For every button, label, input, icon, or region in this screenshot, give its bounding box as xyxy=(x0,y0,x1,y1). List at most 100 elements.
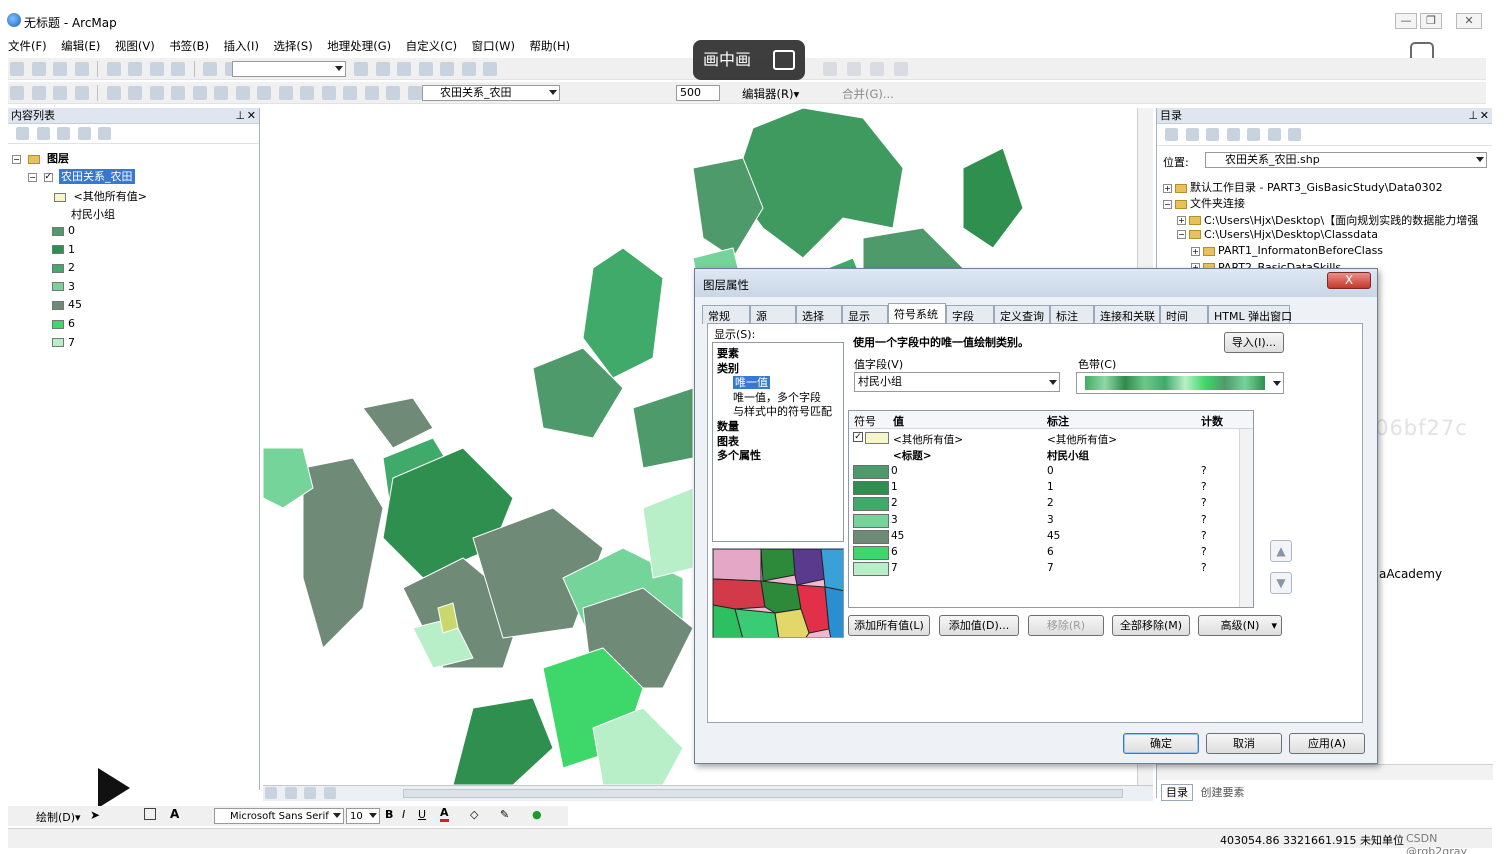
import-button[interactable]: 导入(I)... xyxy=(1224,332,1284,353)
cut-icon[interactable] xyxy=(106,62,121,76)
zoom-in-icon[interactable] xyxy=(10,86,24,100)
menu-file[interactable]: 文件(F) xyxy=(8,38,47,54)
symbol-swatch[interactable] xyxy=(853,529,889,544)
line-color-icon[interactable]: ✎ xyxy=(500,808,509,821)
catalog-tree-item[interactable]: − C:\Users\Hjx\Desktop\Classdata xyxy=(1177,228,1378,241)
table-row[interactable]: 1 1? xyxy=(851,480,1239,496)
table-of-contents-icon[interactable] xyxy=(375,62,390,76)
toc-class-item[interactable]: 3 xyxy=(52,280,75,293)
expand-icon[interactable]: + xyxy=(1163,183,1172,193)
back-arrow-icon[interactable] xyxy=(1165,128,1178,141)
full-extent-icon[interactable] xyxy=(74,86,89,100)
renderer-tree-item[interactable]: 要素 xyxy=(717,345,739,361)
cancel-button[interactable]: 取消 xyxy=(1206,733,1282,754)
tab-labels[interactable]: 标注 xyxy=(1050,305,1094,324)
collapse-icon[interactable]: − xyxy=(12,154,21,164)
other-values-checkbox[interactable]: ✓ xyxy=(853,432,863,442)
dialog-close-icon[interactable]: X xyxy=(1327,272,1371,289)
symbol-swatch[interactable] xyxy=(52,245,64,255)
python-icon[interactable] xyxy=(461,62,476,76)
menu-help[interactable]: 帮助(H) xyxy=(529,38,570,54)
renderer-tree-item[interactable]: 类别 xyxy=(717,360,739,376)
symbol-swatch[interactable] xyxy=(52,338,64,348)
renderer-tree-item[interactable]: 图表 xyxy=(717,433,739,449)
toc-layer-item[interactable]: − ✓ 农田关系_农田 xyxy=(28,168,135,184)
renderer-tree-item[interactable]: 唯一值，多个字段 xyxy=(733,389,821,405)
location-combo[interactable]: 农田关系_农田.shp xyxy=(1205,152,1487,168)
menu-bookmarks[interactable]: 书签(B) xyxy=(169,38,209,54)
list-by-source-icon[interactable] xyxy=(36,127,50,140)
toc-class-item[interactable]: 0 xyxy=(52,224,75,237)
fixed-zoom-in-icon[interactable] xyxy=(106,86,121,100)
collapse-icon[interactable]: − xyxy=(1163,199,1172,209)
underline-icon[interactable]: U xyxy=(418,808,426,821)
toc-class-item[interactable]: 1 xyxy=(52,243,75,256)
add-all-values-button[interactable]: 添加所有值(L) xyxy=(848,615,930,636)
color-ramp-select[interactable] xyxy=(1076,372,1284,394)
tab-fields[interactable]: 字段 xyxy=(946,305,994,324)
expand-icon[interactable]: + xyxy=(1177,216,1186,226)
tab-create-features[interactable]: 创建要素 xyxy=(1197,785,1249,800)
symbol-swatch[interactable] xyxy=(52,319,64,329)
symbol-swatch[interactable] xyxy=(52,300,64,310)
pip-expand-icon[interactable] xyxy=(773,50,795,70)
symbol-swatch[interactable] xyxy=(853,497,889,512)
table-row[interactable]: 45 45? xyxy=(851,529,1239,545)
close-icon[interactable]: ✕ xyxy=(1456,13,1482,29)
picture-in-picture-badge[interactable]: 画中画 xyxy=(693,40,805,80)
views-icon[interactable] xyxy=(1267,128,1281,141)
apply-button[interactable]: 应用(A) xyxy=(1289,733,1365,754)
adjust-icon[interactable] xyxy=(846,62,861,76)
measure-icon[interactable] xyxy=(321,86,336,100)
tab-html-popup[interactable]: HTML 弹出窗口 xyxy=(1208,305,1292,324)
pin-icon[interactable]: ⊥ xyxy=(1468,108,1478,123)
italic-icon[interactable]: I xyxy=(402,808,405,821)
table-row[interactable]: 2 2? xyxy=(851,496,1239,512)
table-row[interactable]: 6 6? xyxy=(851,545,1239,561)
table-row[interactable]: 0 0? xyxy=(851,464,1239,480)
data-view-icon[interactable] xyxy=(265,787,277,799)
tab-selection[interactable]: 选择 xyxy=(796,305,842,324)
menu-customize[interactable]: 自定义(C) xyxy=(406,38,458,54)
bold-icon[interactable]: B xyxy=(385,808,393,821)
select-elements-icon[interactable]: ➤ xyxy=(90,808,100,822)
symbol-swatch[interactable] xyxy=(52,226,64,236)
model-builder-icon[interactable] xyxy=(483,62,497,76)
font-color-icon[interactable]: A xyxy=(440,807,449,822)
zoom-out-icon[interactable] xyxy=(31,86,46,100)
options-icon[interactable] xyxy=(98,127,111,140)
link-icon[interactable] xyxy=(870,62,884,76)
renderer-tree-item[interactable]: 多个属性 xyxy=(717,447,761,463)
identify-icon[interactable] xyxy=(257,86,271,100)
marker-color-icon[interactable]: ● xyxy=(532,808,542,821)
expand-icon[interactable]: + xyxy=(1191,246,1200,256)
menu-edit[interactable]: 编辑(E) xyxy=(61,38,100,54)
print-icon[interactable] xyxy=(74,62,89,76)
layers-group[interactable]: − 图层 xyxy=(12,150,69,166)
toc-class-item[interactable]: 7 xyxy=(52,336,75,349)
catalog-tree-item[interactable]: − 文件夹连接 xyxy=(1163,195,1245,211)
draw-menu[interactable]: 绘制(D)▾ xyxy=(36,809,81,825)
menu-insert[interactable]: 插入(I) xyxy=(224,38,259,54)
table-row[interactable]: 3 3? xyxy=(851,513,1239,529)
symbol-swatch[interactable] xyxy=(853,513,889,528)
catalog-window-icon[interactable] xyxy=(397,62,411,76)
back-arrow-icon[interactable] xyxy=(149,86,164,100)
font-size-select[interactable]: 10 xyxy=(346,808,380,824)
renderer-tree-item[interactable]: 唯一值 xyxy=(733,374,770,390)
renderer-tree-item[interactable]: 数量 xyxy=(717,418,739,434)
visibility-checkbox[interactable]: ✓ xyxy=(43,172,53,182)
menu-geoprocessing[interactable]: 地理处理(G) xyxy=(327,38,391,54)
arctoolbox-icon[interactable] xyxy=(440,62,454,76)
home-icon[interactable] xyxy=(1226,128,1240,141)
text-icon[interactable]: A xyxy=(170,807,179,821)
renderer-tree-item[interactable]: 与样式中的符号匹配 xyxy=(733,403,832,419)
advanced-button[interactable]: 高级(N) ▾ xyxy=(1198,615,1282,636)
undo-icon[interactable] xyxy=(203,62,217,76)
play-icon[interactable] xyxy=(98,768,130,808)
catalog-horizontal-scrollbar[interactable] xyxy=(1157,764,1493,780)
tab-definition-query[interactable]: 定义查询 xyxy=(994,305,1050,324)
rubbersheet-icon[interactable] xyxy=(893,62,908,76)
tab-general[interactable]: 常规 xyxy=(702,305,750,324)
table-row[interactable]: 7 7? xyxy=(851,561,1239,577)
